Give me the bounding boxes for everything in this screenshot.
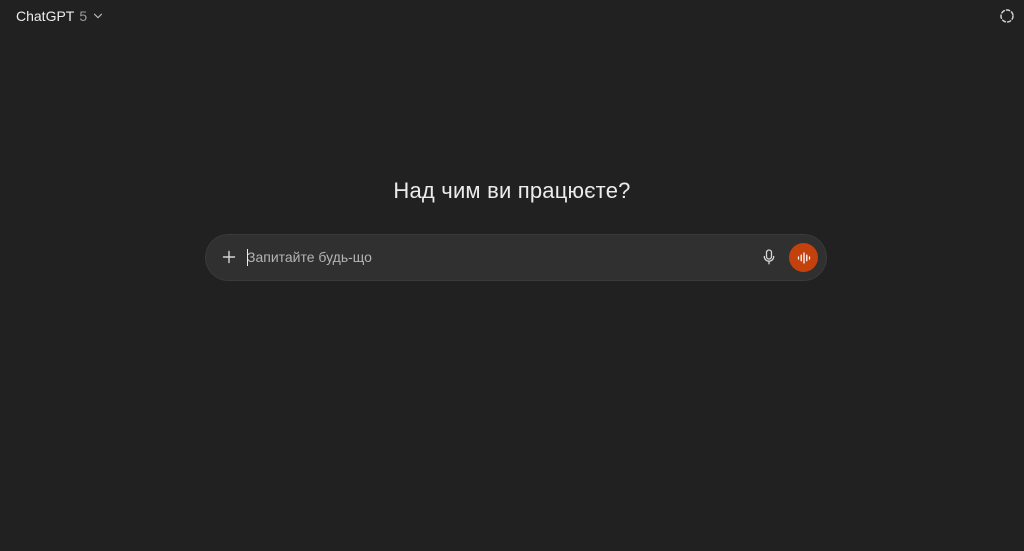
dictate-button[interactable] <box>759 247 779 267</box>
chevron-down-icon <box>92 10 104 22</box>
temporary-chat-button[interactable] <box>997 6 1017 26</box>
prompt-input[interactable] <box>247 246 747 268</box>
model-version: 5 <box>79 8 88 24</box>
attach-button[interactable] <box>219 247 239 267</box>
model-switcher-button[interactable]: ChatGPT 5 <box>10 5 110 27</box>
top-bar: ChatGPT 5 <box>0 0 1024 34</box>
page-title: Над чим ви працюєте? <box>393 178 631 203</box>
microphone-icon <box>762 249 776 265</box>
prompt-composer <box>206 235 826 280</box>
dashed-circle-icon <box>999 8 1015 24</box>
voice-waveform-icon <box>797 251 811 264</box>
text-caret <box>247 249 248 266</box>
chatgpt-window: ChatGPT 5 Над чим ви працюєте? <box>0 0 1024 551</box>
voice-mode-button[interactable] <box>789 243 818 272</box>
plus-icon <box>222 250 236 264</box>
model-name: ChatGPT <box>16 8 75 24</box>
